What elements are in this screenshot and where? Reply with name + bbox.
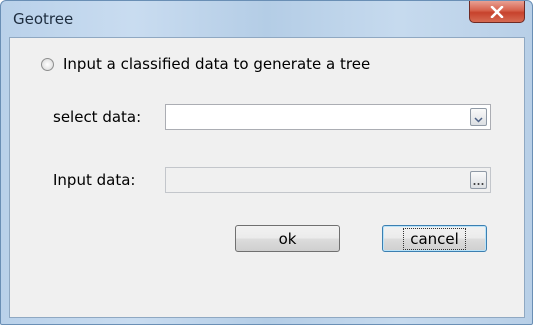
close-button[interactable] bbox=[469, 1, 525, 23]
cancel-button-label: cancel bbox=[403, 227, 466, 250]
window-title: Geotree bbox=[13, 10, 74, 28]
classified-data-option[interactable]: Input a classified data to generate a tr… bbox=[41, 55, 370, 73]
close-icon bbox=[490, 5, 504, 18]
select-data-dropdown[interactable] bbox=[165, 104, 491, 130]
cancel-button[interactable]: cancel bbox=[382, 225, 487, 252]
input-data-field[interactable] bbox=[165, 167, 491, 193]
select-data-label: select data: bbox=[53, 108, 142, 126]
dropdown-arrow-button[interactable] bbox=[470, 108, 487, 126]
geotree-dialog: Geotree Input a classified data to gener… bbox=[0, 0, 533, 325]
ellipsis-icon bbox=[473, 171, 484, 190]
classified-data-option-label: Input a classified data to generate a tr… bbox=[63, 55, 371, 73]
classified-data-radio[interactable] bbox=[41, 57, 54, 71]
chevron-down-icon bbox=[474, 108, 483, 127]
title-bar[interactable]: Geotree bbox=[1, 1, 532, 35]
input-data-label: Input data: bbox=[53, 171, 136, 189]
ok-button[interactable]: ok bbox=[235, 225, 340, 252]
browse-button[interactable] bbox=[470, 171, 487, 189]
